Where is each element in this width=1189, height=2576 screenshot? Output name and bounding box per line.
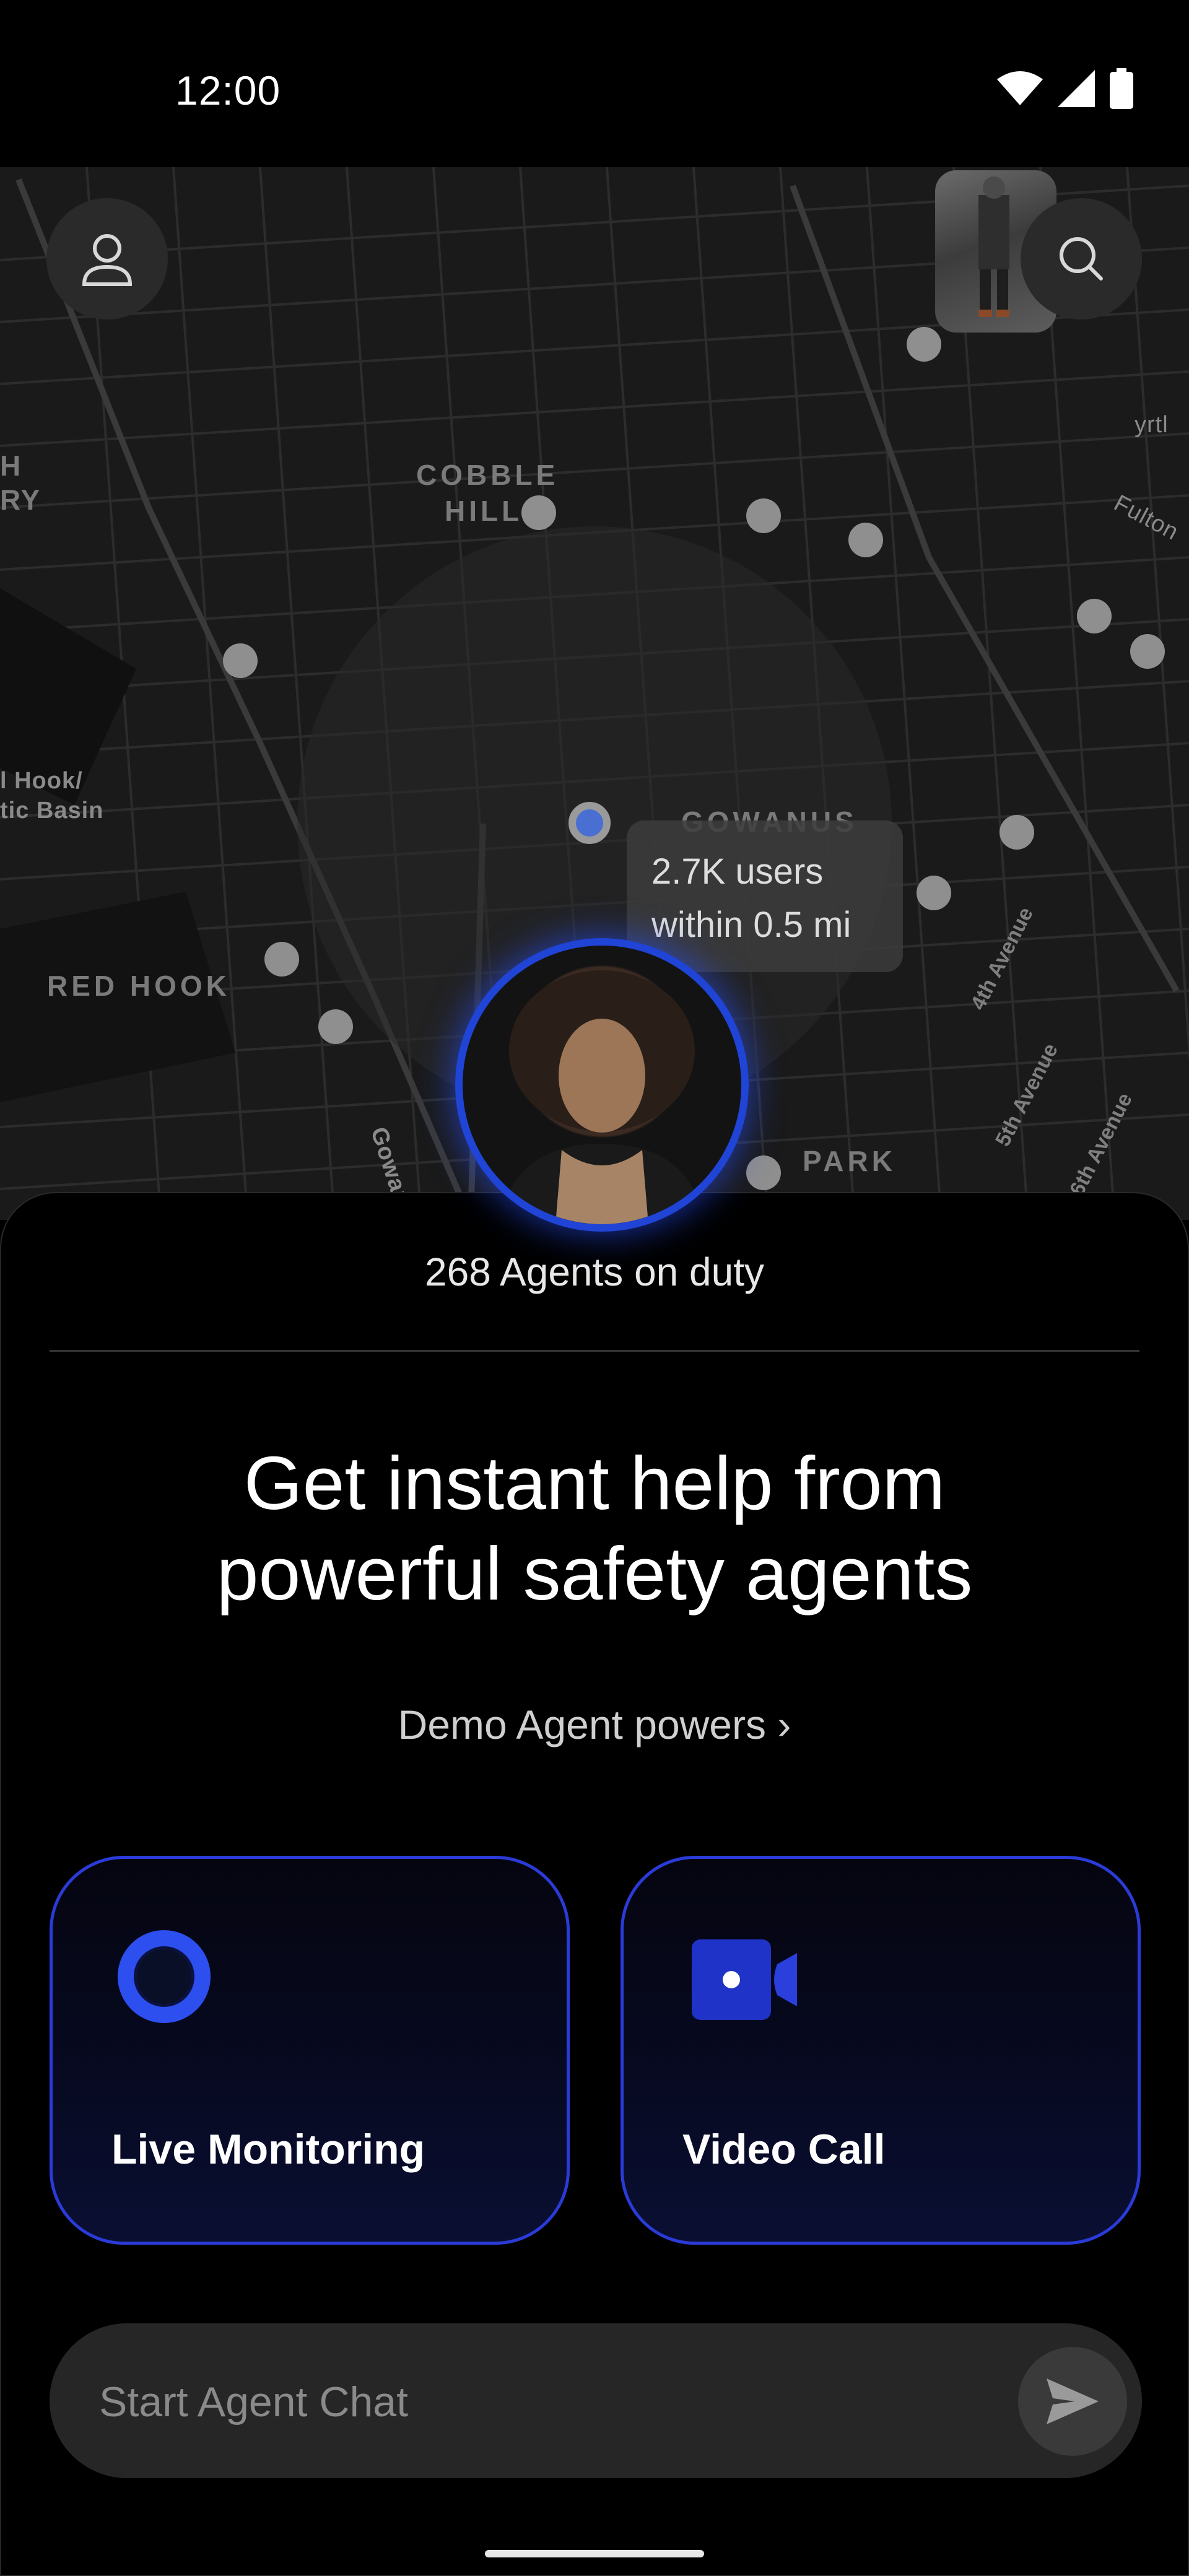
map-label-edge-1: H [0,450,22,482]
monitoring-ring-icon [115,1927,214,2029]
agent-portrait [500,970,704,1224]
person-icon [82,234,133,286]
demo-agent-powers-link[interactable]: Demo Agent powers › [1,1701,1188,1748]
map-label-edge-2: RY [0,484,41,516]
status-bar: 12:00 [0,0,1189,167]
headline-line-1: Get instant help from [243,1441,946,1525]
status-time: 12:00 [175,67,281,113]
search-button[interactable] [1021,198,1142,320]
headline-line-2: powerful safety agents [216,1531,973,1616]
agents-on-duty: 268 Agents on duty [425,1250,764,1294]
headline: Get instant help from powerful safety ag… [1,1438,1188,1619]
agent-chat-input[interactable]: Start Agent Chat [50,2323,1142,2478]
video-call-label: Video Call [682,2126,886,2173]
agent-bottom-sheet: 268 Agents on duty Get instant help from… [0,1192,1189,2576]
map-label-hill: HILL [445,495,523,527]
map-label-basin-1: l Hook/ [0,768,83,794]
status-icons [997,68,1133,109]
divider [50,1350,1139,1352]
send-icon [1047,2378,1099,2424]
signal-icon [1058,70,1095,107]
chat-placeholder: Start Agent Chat [99,2378,408,2426]
tooltip-users: 2.7K users [651,851,824,892]
current-location-marker [568,802,611,844]
video-camera-icon [692,1939,797,2023]
send-button[interactable] [1018,2347,1127,2456]
users-nearby-tooltip: 2.7K users within 0.5 mi [627,820,903,972]
search-icon [1060,237,1103,281]
agent-avatar[interactable] [455,938,749,1232]
profile-button[interactable] [46,198,168,320]
home-indicator[interactable] [485,2550,704,2557]
map-label-red-hook: RED HOOK [47,970,230,1002]
battery-icon [1110,68,1133,109]
tooltip-distance: within 0.5 mi [651,905,851,945]
live-monitoring-label: Live Monitoring [111,2126,425,2173]
map-label-cobble: COBBLE [416,459,559,491]
live-monitoring-card[interactable]: Live Monitoring [50,1856,570,2245]
wifi-icon [997,71,1043,105]
video-call-card[interactable]: Video Call [621,1856,1141,2245]
map-label-myrtle: yrtl [1135,412,1169,438]
map-label-basin-2: tic Basin [0,798,104,824]
map-label-park: PARK [803,1145,896,1177]
app-screen: 12:00 COBBLE HILL RED HOOK PARK Fulton l… [0,0,1189,2576]
